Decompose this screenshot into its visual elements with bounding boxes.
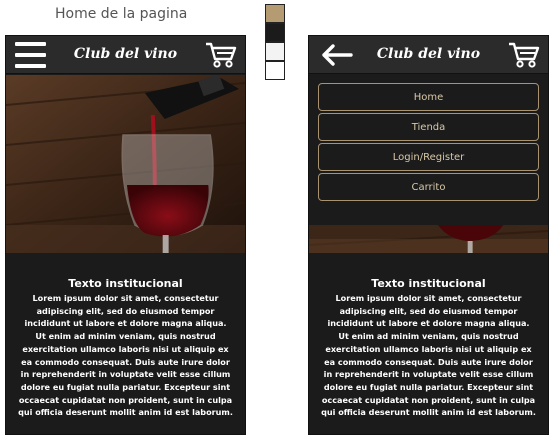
menu-item-home[interactable]: Home [318, 83, 539, 111]
swatch-gold [265, 4, 285, 23]
menu-item-tienda[interactable]: Tienda [318, 113, 539, 141]
institutional-text-section: Texto institucional Lorem ipsum dolor si… [309, 253, 548, 434]
section-body-text: Lorem ipsum dolor sit amet, consectetur … [321, 293, 536, 418]
swatch-white [265, 61, 285, 80]
page-title: Home de la pagina [55, 6, 188, 22]
cart-icon[interactable] [205, 41, 237, 69]
section-heading: Texto institucional [371, 277, 486, 290]
mobile-home-mockup: Club del vino Texto institucional Lorem … [5, 35, 246, 435]
color-palette [265, 4, 285, 80]
section-body-text: Lorem ipsum dolor sit amet, consectetur … [18, 293, 233, 418]
hero-image-partial [309, 225, 548, 253]
menu-item-login-register[interactable]: Login/Register [318, 143, 539, 171]
page-canvas: Home de la pagina Club del vino Texto in… [0, 0, 554, 444]
app-header: Club del vino [309, 36, 548, 74]
menu-item-carrito[interactable]: Carrito [318, 173, 539, 201]
hero-image [6, 75, 245, 253]
institutional-text-section: Texto institucional Lorem ipsum dolor si… [6, 253, 245, 434]
mobile-menu-mockup: Club del vino Home Tienda Login/Register… [308, 35, 549, 435]
section-heading: Texto institucional [68, 277, 183, 290]
nav-menu: Home Tienda Login/Register Carrito [309, 75, 548, 225]
cart-icon[interactable] [508, 41, 540, 69]
app-header: Club del vino [6, 36, 245, 74]
swatch-light [265, 42, 285, 61]
swatch-dark [265, 23, 285, 42]
